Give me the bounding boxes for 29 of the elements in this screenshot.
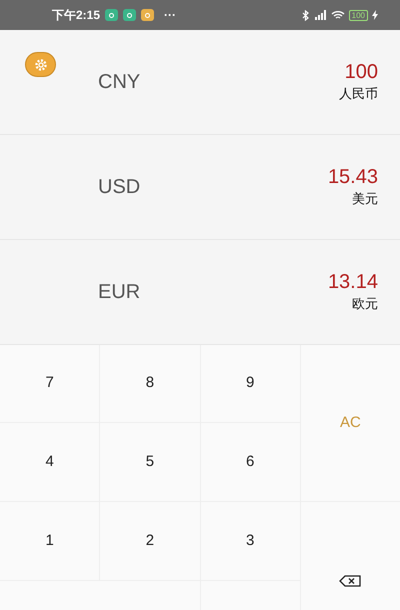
more-indicator: ··· bbox=[164, 7, 176, 24]
currency-name: 美元 bbox=[352, 190, 378, 208]
digit-key[interactable]: 6 bbox=[200, 423, 300, 501]
digit-key[interactable]: 1 bbox=[0, 502, 100, 580]
signal-icon bbox=[312, 10, 327, 20]
wifi-icon bbox=[330, 10, 345, 20]
digit-key[interactable]: 4 bbox=[0, 423, 100, 501]
digit-key[interactable]: 9 bbox=[200, 345, 300, 422]
digit-key[interactable]: 3 bbox=[200, 502, 300, 580]
currency-amount: 100 bbox=[344, 60, 378, 84]
currency-row[interactable]: CNY 100 人民币 bbox=[0, 30, 400, 135]
digit-key[interactable]: 2 bbox=[100, 502, 200, 580]
charging-icon bbox=[372, 10, 378, 20]
digit-key[interactable]: 7 bbox=[0, 345, 100, 422]
currency-code: CNY bbox=[98, 70, 140, 95]
bluetooth-icon bbox=[302, 10, 309, 20]
status-time: 下午2:15 bbox=[52, 7, 100, 24]
digit-key[interactable]: 5 bbox=[100, 423, 200, 501]
currency-amount: 13.14 bbox=[328, 270, 378, 294]
currency-code: EUR bbox=[98, 280, 140, 305]
currency-amount: 15.43 bbox=[328, 165, 378, 190]
currency-row[interactable]: USD 15.43 美元 bbox=[0, 135, 400, 240]
currency-code: USD bbox=[98, 175, 140, 200]
battery-indicator: 100 bbox=[348, 10, 368, 20]
backspace-icon bbox=[339, 574, 362, 586]
currency-name: 人民币 bbox=[339, 85, 378, 104]
currency-row[interactable]: EUR 13.14 欧元 bbox=[0, 240, 400, 345]
digit-key[interactable]: 8 bbox=[100, 345, 200, 422]
currency-name: 欧元 bbox=[352, 295, 378, 314]
